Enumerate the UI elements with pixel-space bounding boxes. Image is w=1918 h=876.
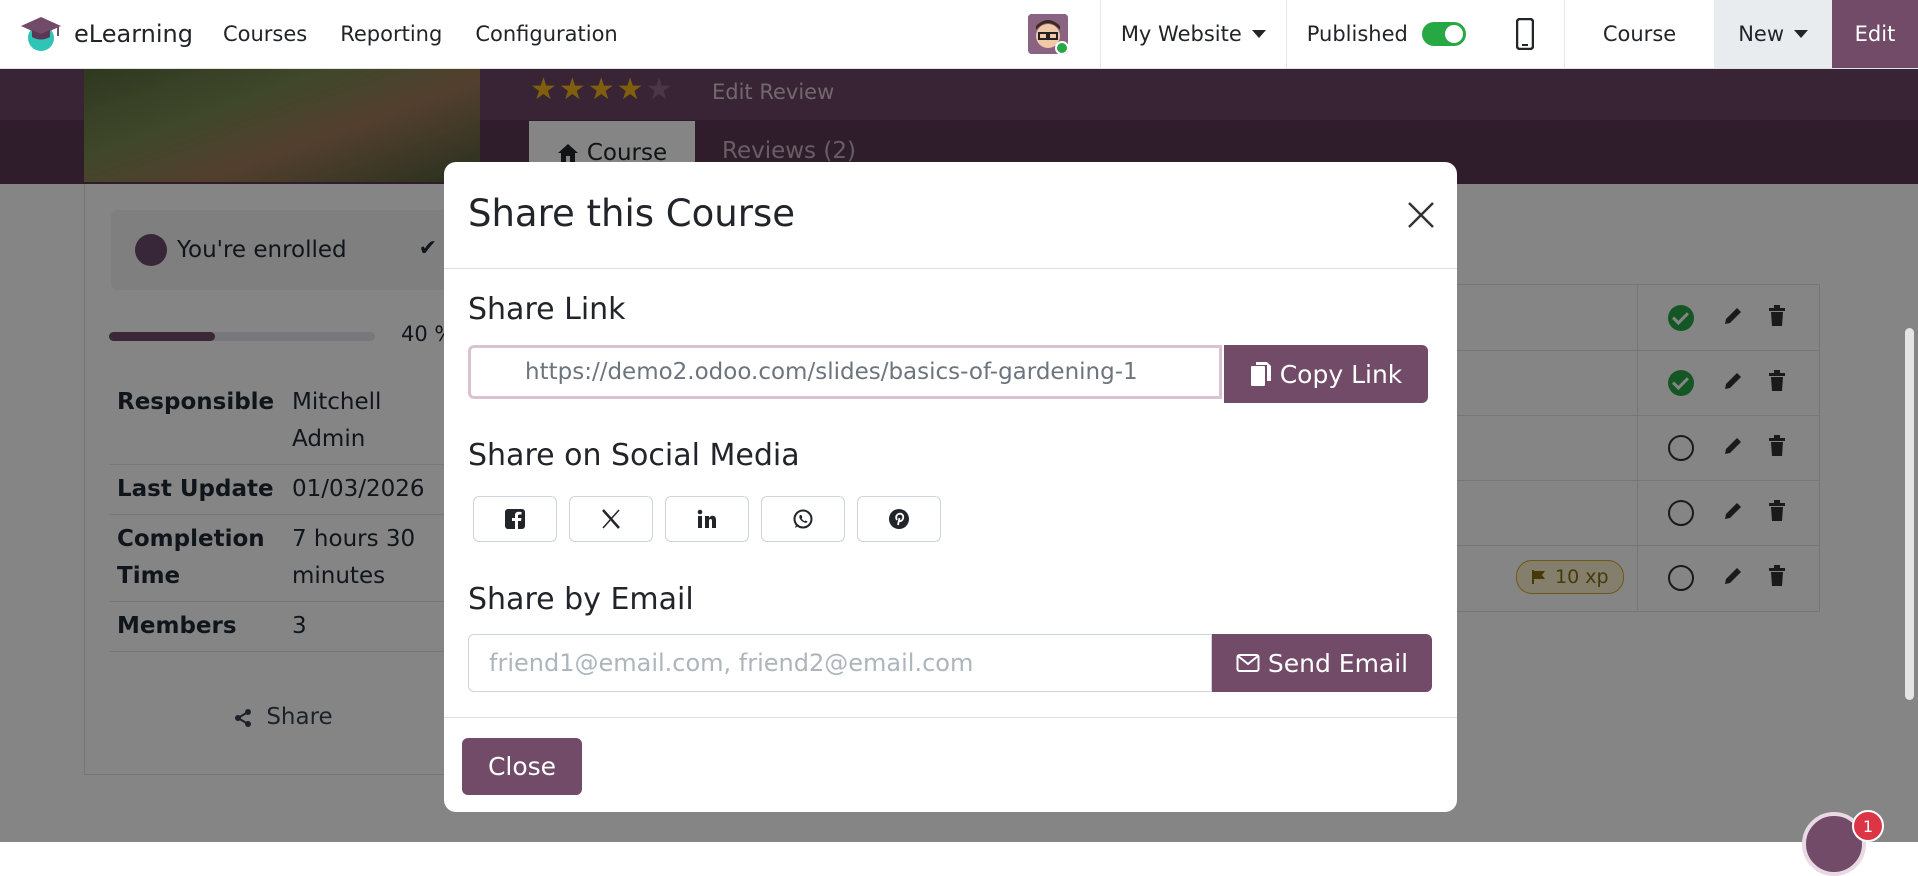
share-course-dialog: Share this Course Share Link https://dem… — [444, 162, 1457, 812]
dialog-header: Share this Course — [444, 162, 1457, 269]
copy-link-button[interactable]: Copy Link — [1224, 345, 1428, 403]
pinterest-icon — [888, 508, 910, 530]
dialog-footer: Close — [444, 717, 1457, 812]
graduation-cap-icon — [20, 13, 62, 55]
share-whatsapp-button[interactable] — [761, 496, 845, 542]
share-linkedin-button[interactable] — [665, 496, 749, 542]
menu-configuration[interactable]: Configuration — [475, 22, 617, 46]
app-brand[interactable]: eLearning — [20, 13, 193, 55]
published-toggle-group: Published — [1287, 22, 1486, 46]
edit-button[interactable]: Edit — [1832, 0, 1918, 68]
share-pinterest-button[interactable] — [857, 496, 941, 542]
share-link-title: Share Link — [468, 292, 626, 327]
send-email-button[interactable]: Send Email — [1212, 634, 1432, 692]
share-link-input[interactable]: https://demo2.odoo.com/slides/basics-of-… — [468, 345, 1222, 399]
top-navbar: eLearning Courses Reporting Configuratio… — [0, 0, 1918, 69]
course-menu-button[interactable]: Course — [1565, 0, 1714, 68]
menu-courses[interactable]: Courses — [223, 22, 307, 46]
email-share-group: friend1@email.com, friend2@email.com Sen… — [468, 634, 1432, 692]
chevron-down-icon — [1794, 30, 1808, 38]
whatsapp-icon — [792, 508, 814, 530]
copy-link-label: Copy Link — [1279, 359, 1403, 389]
facebook-icon — [504, 508, 526, 530]
share-facebook-button[interactable] — [473, 496, 557, 542]
published-label: Published — [1306, 22, 1408, 46]
share-x-button[interactable] — [569, 496, 653, 542]
dialog-title: Share this Course — [468, 192, 795, 235]
scrollbar-thumb[interactable] — [1905, 328, 1914, 700]
close-button[interactable]: Close — [462, 738, 582, 795]
email-share-title: Share by Email — [468, 582, 694, 617]
linkedin-icon — [696, 508, 718, 530]
x-icon — [600, 508, 622, 530]
notification-badge: 1 — [1852, 810, 1884, 842]
user-avatar[interactable] — [1027, 14, 1068, 54]
share-link-group: https://demo2.odoo.com/slides/basics-of-… — [468, 345, 1432, 405]
website-name: My Website — [1120, 22, 1242, 46]
website-switcher[interactable]: My Website — [1101, 22, 1286, 46]
published-toggle[interactable] — [1421, 22, 1466, 46]
new-label: New — [1738, 22, 1784, 46]
chevron-down-icon — [1251, 30, 1266, 38]
send-email-label: Send Email — [1267, 648, 1409, 678]
email-field[interactable]: friend1@email.com, friend2@email.com — [468, 634, 1212, 692]
close-icon[interactable] — [1406, 200, 1436, 230]
app-name: eLearning — [74, 20, 193, 48]
copy-icon — [1250, 361, 1272, 387]
social-share-buttons — [473, 496, 953, 542]
mobile-preview-button[interactable] — [1486, 18, 1564, 50]
mobile-phone-icon — [1515, 18, 1534, 50]
page-scrollbar[interactable] — [1900, 68, 1918, 842]
new-button[interactable]: New — [1714, 0, 1832, 68]
envelope-icon — [1236, 653, 1260, 673]
social-media-title: Share on Social Media — [468, 438, 800, 473]
menu-reporting[interactable]: Reporting — [340, 22, 442, 46]
